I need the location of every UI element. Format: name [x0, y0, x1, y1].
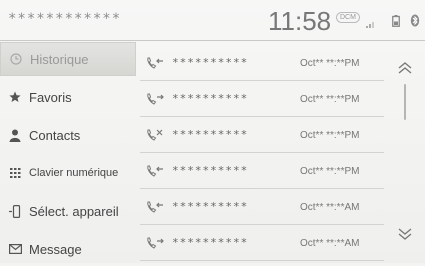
- chevron-down-icon[interactable]: [394, 226, 416, 242]
- sidebar-item-historique[interactable]: Historique: [0, 42, 136, 76]
- sidebar-item-label: Historique: [30, 51, 89, 67]
- incoming-call-icon: [146, 56, 164, 74]
- connected-device-name: ************: [8, 11, 122, 27]
- clock: 11:58: [268, 6, 332, 36]
- clock-icon: [6, 53, 26, 65]
- call-time: Oct** **:**AM: [300, 202, 360, 213]
- sidebar-item-select-appareil[interactable]: Sélect. appareil: [0, 194, 136, 228]
- call-history-row[interactable]: ********** Oct** **:**AM: [140, 190, 384, 225]
- call-time: Oct** **:**PM: [300, 94, 360, 105]
- call-time: Oct** **:**PM: [300, 166, 360, 177]
- caller-number: **********: [172, 128, 249, 141]
- battery-icon: [392, 15, 400, 27]
- phone-screen: ************ 11:58 DCM Historique Favori…: [0, 0, 425, 263]
- sidebar-item-label: Message: [29, 241, 82, 257]
- dcm-badge: DCM: [336, 12, 360, 23]
- missed-call-icon: [146, 128, 164, 146]
- caller-number: **********: [172, 164, 249, 177]
- sidebar-item-label: Sélect. appareil: [29, 203, 119, 219]
- sidebar-item-label: Contacts: [29, 127, 81, 143]
- outgoing-call-icon: [146, 92, 164, 110]
- phone-device-icon: [5, 204, 25, 218]
- caller-number: **********: [172, 236, 249, 249]
- star-icon: [5, 91, 25, 103]
- caller-number: **********: [172, 200, 249, 213]
- call-history-row[interactable]: ********** Oct** **:**PM: [140, 82, 384, 117]
- scrollbar-thumb[interactable]: [404, 84, 406, 120]
- person-icon: [5, 129, 25, 142]
- phone-menu-sidebar: Historique Favoris Contacts Clavier numé…: [0, 42, 136, 263]
- sidebar-item-message[interactable]: Message: [0, 232, 136, 266]
- incoming-call-icon: [146, 200, 164, 218]
- status-bar: ************ 11:58 DCM: [0, 0, 425, 41]
- call-history-row[interactable]: ********** Oct** **:**AM: [140, 226, 384, 261]
- bluetooth-icon: [410, 14, 420, 27]
- call-history-row[interactable]: ********** Oct** **:**PM: [140, 154, 384, 189]
- sidebar-item-favoris[interactable]: Favoris: [0, 80, 136, 114]
- call-history-row[interactable]: ********** Oct** **:**PM: [140, 46, 384, 81]
- outgoing-call-icon: [146, 236, 164, 254]
- call-history-list: ********** Oct** **:**PM ********** Oct*…: [140, 42, 384, 263]
- sidebar-item-label: Clavier numérique: [29, 167, 119, 179]
- envelope-icon: [5, 244, 25, 254]
- sidebar-item-clavier[interactable]: Clavier numérique: [0, 156, 136, 190]
- sidebar-item-contacts[interactable]: Contacts: [0, 118, 136, 152]
- caller-number: **********: [172, 92, 249, 105]
- call-time: Oct** **:**AM: [300, 238, 360, 249]
- chevron-up-icon[interactable]: [394, 60, 416, 76]
- call-history-row[interactable]: ********** Oct** **:**PM: [140, 118, 384, 153]
- keypad-icon: [5, 168, 25, 178]
- sidebar-item-label: Favoris: [29, 89, 72, 105]
- call-time: Oct** **:**PM: [300, 130, 360, 141]
- signal-icon: [366, 22, 374, 28]
- call-time: Oct** **:**PM: [300, 58, 360, 69]
- incoming-call-icon: [146, 164, 164, 182]
- caller-number: **********: [172, 56, 249, 69]
